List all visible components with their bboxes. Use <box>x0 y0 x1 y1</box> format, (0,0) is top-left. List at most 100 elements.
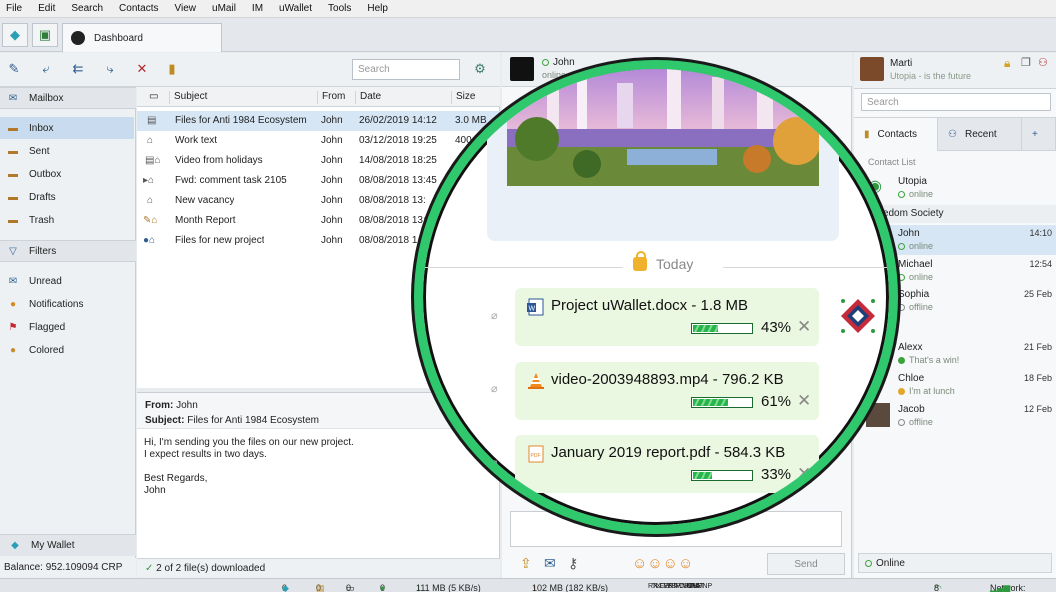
contact-name: Alexx <box>898 342 923 353</box>
people-icon[interactable]: ⚇ <box>1038 56 1048 69</box>
folder-icon: ▬ <box>8 214 18 226</box>
menu-im[interactable]: IM <box>252 3 263 14</box>
menu-view[interactable]: View <box>175 3 197 14</box>
online-status-icon <box>898 357 905 364</box>
menu-help[interactable]: Help <box>367 3 388 14</box>
hidden-eye-icon[interactable]: ⌀ <box>491 309 498 322</box>
unread-icon: ✉ <box>8 275 18 287</box>
sidebar-item-drafts[interactable]: ▬ Drafts <box>0 186 134 208</box>
contact-time: 14:10 <box>1029 228 1052 238</box>
column-subject[interactable]: Subject <box>169 91 207 104</box>
tab-dashboard[interactable]: Dashboard <box>62 23 222 52</box>
column-date[interactable]: Date <box>355 91 381 104</box>
sidebar-item-sent[interactable]: ▬ Sent <box>0 140 134 162</box>
svg-text:PDF: PDF <box>531 453 541 459</box>
send-button[interactable]: Send <box>767 553 845 575</box>
row-from: John <box>321 215 343 226</box>
menu-umail[interactable]: uMail <box>212 3 236 14</box>
attach-file-icon[interactable]: ⇪ <box>520 555 532 572</box>
presence-selector[interactable]: Online <box>858 553 1052 573</box>
archive-icon[interactable]: ▮ <box>162 60 182 78</box>
file-transfer-item[interactable]: video-2003948893.mp4 - 796.2 KB 61% ✕ <box>515 362 819 420</box>
contact-status: I'm at lunch <box>898 386 955 396</box>
contact-status-text: online <box>909 272 934 282</box>
contact-name: Sophia <box>898 289 930 300</box>
my-wallet-header[interactable]: ◆ My Wallet <box>0 534 136 556</box>
add-contact-tab[interactable]: + <box>1022 118 1056 151</box>
reply-all-icon[interactable]: ⇇ <box>68 60 88 78</box>
filters-header[interactable]: ▽ Filters <box>0 240 136 262</box>
hidden-eye-icon[interactable]: ⌀ <box>491 382 498 395</box>
contact-status-text: online <box>909 241 934 251</box>
megaphone-icon[interactable]: ✉ <box>544 555 556 572</box>
away-status-icon <box>898 388 905 395</box>
mail-sidebar: ✉ Mailbox ▬ Inbox ▬ Sent ▬ Outbox ▬ Draf… <box>0 87 136 578</box>
delete-mail-icon[interactable]: ✕ <box>132 60 152 78</box>
mailbox-header[interactable]: ✉ Mailbox <box>0 87 136 109</box>
sidebar-item-unread[interactable]: ✉ Unread <box>0 270 134 292</box>
sidebar-item-notifications[interactable]: ● Notifications <box>0 293 134 315</box>
sidebar-item-inbox[interactable]: ▬ Inbox <box>0 117 134 139</box>
lock-icon[interactable]: 🔒︎ <box>1004 56 1010 71</box>
sidebar-item-flagged[interactable]: ⚑ Flagged <box>0 316 134 338</box>
key-icon[interactable]: ⚷ <box>568 555 578 572</box>
menu-search[interactable]: Search <box>71 3 103 14</box>
menu-contacts[interactable]: Contacts <box>119 3 158 14</box>
sidebar-item-trash[interactable]: ▬ Trash <box>0 209 134 231</box>
svg-text:W: W <box>529 306 536 313</box>
tab-recent[interactable]: ⚇ Recent <box>938 118 1022 151</box>
compose-icon[interactable]: ✎ <box>4 60 24 78</box>
menu-file[interactable]: File <box>6 3 22 14</box>
mailbox-icon: ✉ <box>8 92 18 104</box>
menu-edit[interactable]: Edit <box>38 3 55 14</box>
row-from: John <box>321 235 343 246</box>
row-subject: Files for Anti 1984 Ecosystem <box>175 115 307 126</box>
contact-status-text: I'm at lunch <box>909 386 955 396</box>
menu-uwallet[interactable]: uWallet <box>279 3 312 14</box>
sender-avatar <box>841 299 875 333</box>
transfer-progress-fill <box>693 472 713 479</box>
file-transfer-item[interactable]: W Project uWallet.docx - 1.8 MB 43% ✕ <box>515 288 819 346</box>
contact-status-text: offline <box>909 302 933 312</box>
forward-icon[interactable]: ⤷ <box>100 60 120 78</box>
sidebar-item-label: Unread <box>29 275 62 287</box>
recent-people-icon: ⚇ <box>948 129 957 140</box>
emoji-icon[interactable]: ☺☺☺☺ <box>632 555 693 572</box>
online-status-icon <box>542 59 549 66</box>
cancel-transfer-icon[interactable]: ✕ <box>797 464 811 484</box>
flag-label: UPNP <box>692 583 713 590</box>
row-subject: Fwd: comment task 2105 <box>175 175 287 186</box>
notification-icon: ● <box>9 298 17 310</box>
column-from[interactable]: From <box>317 91 345 104</box>
file-transfer-item[interactable]: PDF January 2019 report.pdf - 584.3 KB 3… <box>515 435 819 493</box>
hidden-eye-icon[interactable]: ⌀ <box>491 456 498 469</box>
peers-value: 8 <box>934 583 940 592</box>
from-value: John <box>176 400 198 411</box>
tab-dashboard-label: Dashboard <box>94 32 143 44</box>
offline-status-icon <box>898 419 905 426</box>
cancel-transfer-icon[interactable]: ✕ <box>797 317 811 337</box>
wallet-balance: Balance: 952.109094 CRP <box>0 558 136 578</box>
reply-icon[interactable]: ⤶ <box>36 60 56 78</box>
pdf-icon: PDF <box>528 445 544 463</box>
wallet-tab-icon[interactable]: ◆ <box>2 23 28 47</box>
copy-icon[interactable]: ❐ <box>1021 56 1031 69</box>
contact-name: Chloe <box>898 373 925 384</box>
cancel-transfer-icon[interactable]: ✕ <box>797 391 811 411</box>
row-date: 08/08/2018 1 <box>359 235 418 246</box>
today-label: Today <box>656 256 694 272</box>
fantasy-city-image[interactable] <box>507 69 819 186</box>
sidebar-item-colored[interactable]: ● Colored <box>0 339 134 361</box>
filter-icon: ▽ <box>9 245 17 257</box>
check-icon: ✓ <box>145 563 154 574</box>
contact-search-input[interactable]: Search <box>861 93 1051 111</box>
sidebar-item-outbox[interactable]: ▬ Outbox <box>0 163 134 185</box>
attachment-column-icon: ▭ <box>149 91 159 102</box>
row-from: John <box>321 195 343 206</box>
ledger-tab-icon[interactable]: ▣ <box>32 23 58 47</box>
menu-tools[interactable]: Tools <box>328 3 351 14</box>
subject-value: Files for Anti 1984 Ecosystem <box>187 415 319 426</box>
contact-status-text: offline <box>909 417 933 427</box>
transfer-progress-bar <box>691 470 753 481</box>
contact-name: Utopia <box>898 176 927 187</box>
